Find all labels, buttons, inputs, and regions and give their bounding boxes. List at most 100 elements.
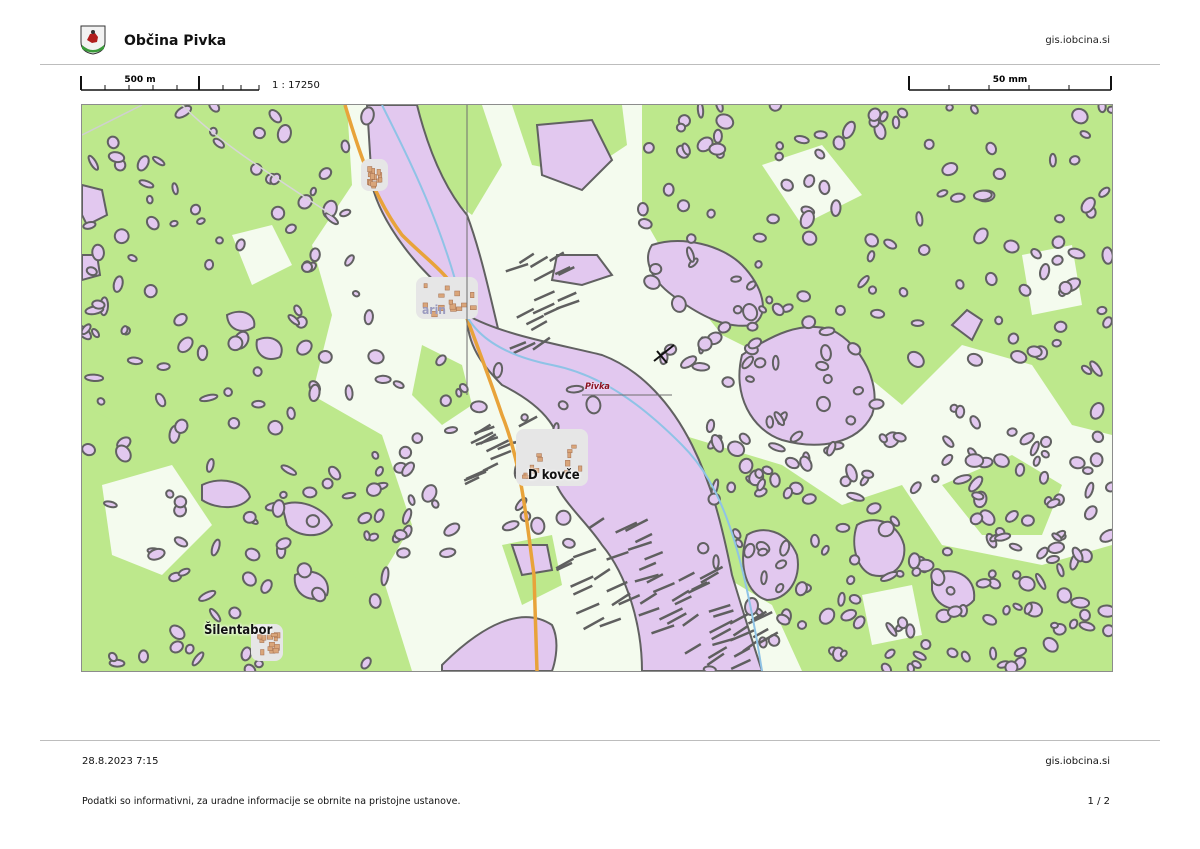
building (260, 649, 265, 656)
sinkhole-small (712, 128, 723, 144)
sinkhole-small (810, 533, 820, 548)
municipality-crest-icon (80, 25, 106, 55)
page-number: 1 / 2 (1087, 796, 1110, 807)
sinkhole-small (91, 243, 105, 262)
building (267, 646, 273, 651)
building (369, 173, 375, 180)
municipality-title: Občina Pivka (124, 33, 227, 49)
sinkhole-small (374, 374, 392, 385)
sinkhole-small (1048, 152, 1057, 168)
map-view[interactable]: arin Pivka D kovče Šilentabor (81, 104, 1113, 672)
scale-mm-label: 50 mm (993, 75, 1027, 85)
print-date: 28.8.2023 7:15 (82, 756, 159, 767)
sinkhole-small (173, 495, 188, 509)
site-url: gis.iobcina.si (1045, 35, 1110, 46)
sinkhole-small (760, 570, 768, 586)
sinkhole-small (565, 384, 585, 394)
sinkhole-small (845, 415, 857, 426)
building (448, 299, 453, 305)
sinkhole-small (1011, 570, 1022, 580)
sinkhole-small (317, 349, 333, 364)
building (536, 453, 542, 458)
sinkhole-small (1070, 596, 1091, 609)
sinkhole-small (363, 309, 374, 326)
sinkhole-small (169, 219, 179, 228)
sinkhole-small (305, 514, 321, 528)
sinkhole-small (254, 659, 264, 669)
sinkhole-small (675, 122, 687, 133)
sinkhole-small (145, 194, 154, 205)
sinkhole-small (636, 202, 649, 217)
place-label-north: arin (422, 303, 446, 317)
building (470, 292, 475, 298)
building (438, 293, 445, 298)
scale-distance-label: 500 m (124, 75, 155, 85)
sinkhole-small (835, 522, 851, 533)
sinkhole-small (730, 275, 742, 283)
building (522, 474, 528, 479)
sinkhole-small (891, 115, 901, 130)
sinkhole-small (126, 356, 144, 366)
sinkhole-small (870, 308, 886, 319)
sinkhole-small (1026, 345, 1043, 358)
footer-site-url: gis.iobcina.si (1045, 756, 1110, 767)
sinkhole-small (721, 376, 735, 388)
building (456, 306, 463, 311)
sinkhole-small (1050, 621, 1059, 630)
building (268, 642, 275, 648)
sinkhole-small (286, 406, 296, 420)
sinkhole-small (520, 413, 529, 422)
sinkhole-small (196, 344, 209, 362)
sinkhole-small (830, 199, 842, 217)
sinkhole-small (309, 247, 321, 263)
sinkhole-small (941, 546, 953, 557)
scale-bar-distance: 500 m (80, 72, 260, 94)
building (567, 452, 572, 459)
sinkhole-small (696, 105, 705, 119)
building (454, 290, 460, 297)
sinkhole-small (137, 649, 150, 664)
sinkhole-small (708, 142, 727, 156)
sinkhole-small (676, 199, 691, 213)
sinkhole-small (686, 233, 697, 244)
sinkhole-small (765, 415, 775, 429)
building (273, 637, 278, 642)
sinkhole-small (752, 232, 767, 243)
sinkhole-small (813, 130, 828, 140)
sinkhole-small (1082, 466, 1094, 476)
sinkhole-small (396, 547, 411, 559)
sinkhole-small (907, 552, 921, 570)
sinkhole-small (766, 213, 780, 225)
sinkhole-small (215, 236, 224, 245)
building (444, 285, 450, 291)
building (272, 648, 279, 654)
sinkhole-small (732, 304, 743, 315)
sinkhole-small (1014, 462, 1026, 477)
sinkhole-small (775, 141, 785, 151)
sinkhole-small (1020, 514, 1035, 527)
place-label-village: D kovče (528, 468, 580, 483)
sinkhole-small (964, 453, 985, 468)
sinkhole-small (1006, 427, 1018, 437)
sinkhole-small (994, 315, 1004, 326)
building (449, 303, 457, 310)
sinkhole-small (822, 373, 833, 385)
scale-ratio: 1 : 17250 (272, 80, 320, 91)
sinkhole-small (251, 399, 266, 409)
header-divider (40, 64, 1160, 65)
building (376, 169, 381, 176)
sinkhole-small (648, 262, 663, 276)
sinkhole-small (867, 285, 878, 295)
sinkhole-small (1089, 452, 1104, 468)
sinkhole-small (156, 362, 171, 372)
sinkhole-small (143, 284, 158, 299)
building (423, 283, 428, 289)
sinkhole-small (757, 547, 769, 557)
sinkhole-small (344, 384, 354, 401)
sinkhole-small (363, 530, 371, 541)
sinkhole-small (1096, 305, 1108, 316)
sinkhole-small (796, 620, 808, 630)
sinkhole-small (1097, 105, 1107, 114)
sinkhole-small (1051, 338, 1062, 348)
building (537, 457, 543, 462)
